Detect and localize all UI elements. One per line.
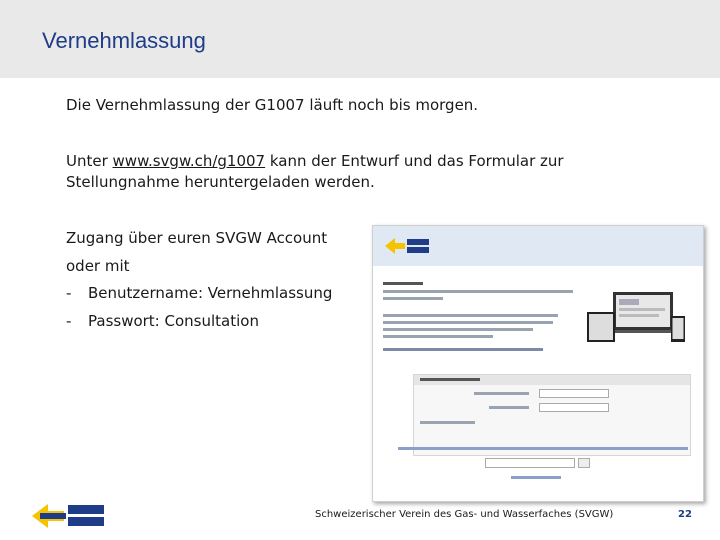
text-download: Unter www.svgw.ch/g1007 kann der Entwurf… — [66, 151, 586, 193]
download-link[interactable]: www.svgw.ch/g1007 — [113, 152, 266, 170]
screenshot-form-title — [420, 378, 480, 381]
devices-icon — [587, 292, 685, 342]
screenshot-text-line — [383, 321, 553, 324]
svgw-logo-icon — [385, 238, 429, 254]
screenshot-label — [489, 406, 529, 409]
bullet-dash: - — [66, 312, 72, 330]
screenshot-required-note — [420, 421, 475, 424]
screenshot-select — [485, 458, 575, 468]
page-number: 22 — [678, 509, 692, 520]
screenshot-text-line — [511, 476, 561, 479]
screenshot-text-line — [383, 314, 558, 317]
bullet-username: - Benutzername: Vernehmlassung — [66, 283, 332, 304]
text-or: oder mit — [66, 257, 130, 275]
screenshot-password-field — [539, 403, 609, 412]
bullet-text: Benutzername: Vernehmlassung — [88, 284, 333, 302]
text-download-pre: Unter — [66, 152, 113, 170]
bullet-password: - Passwort: Consultation — [66, 311, 259, 332]
screenshot-text-line — [383, 328, 533, 331]
bullet-text: Passwort: Consultation — [88, 312, 259, 330]
screenshot-heading — [383, 282, 423, 285]
screenshot-text-line — [383, 290, 573, 293]
text-deadline: Die Vernehmlassung der G1007 läuft noch … — [66, 96, 479, 114]
slide-title: Vernehmlassung — [42, 28, 206, 53]
screenshot-text-line — [383, 297, 443, 300]
svgw-ssige-logo — [32, 504, 104, 528]
screenshot-text-line — [398, 447, 688, 450]
screenshot-header — [373, 226, 703, 266]
screenshot-button — [578, 458, 590, 468]
bullet-dash: - — [66, 284, 72, 302]
screenshot-login-form — [413, 374, 691, 456]
screenshot-label — [474, 392, 529, 395]
footer-organization: Schweizerischer Verein des Gas- und Wass… — [315, 509, 614, 520]
screenshot-text-line — [383, 335, 493, 338]
screenshot-username-field — [539, 389, 609, 398]
login-page-screenshot — [372, 225, 704, 502]
screenshot-language-links — [383, 348, 543, 351]
text-access: Zugang über euren SVGW Account — [66, 229, 328, 247]
